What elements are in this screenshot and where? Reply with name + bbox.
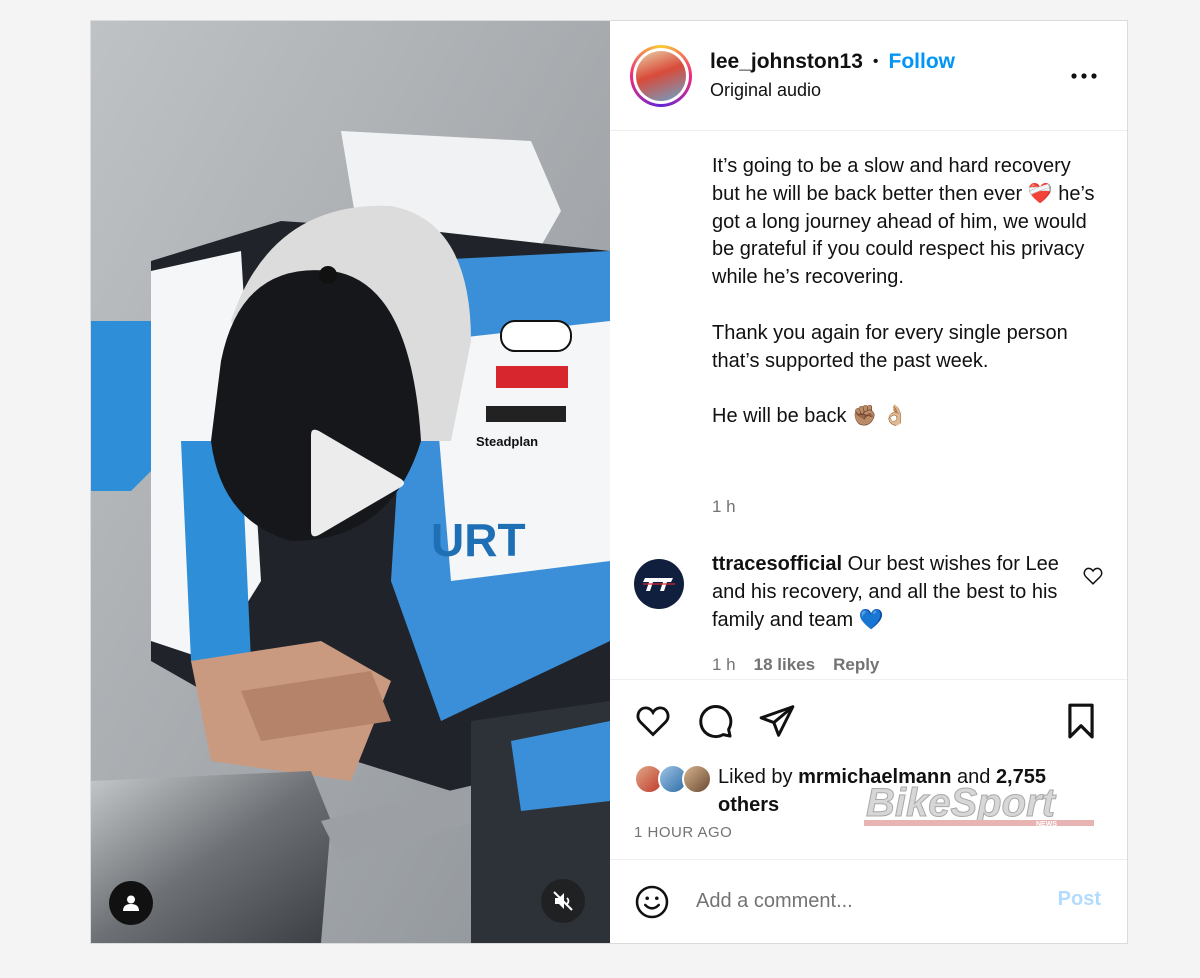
comment-likes-count[interactable]: 18 likes bbox=[754, 655, 815, 675]
comments-section[interactable]: It’s going to be a slow and hard recover… bbox=[610, 131, 1127, 679]
liked-by-label: Liked by bbox=[718, 766, 799, 788]
svg-text:BikeSport: BikeSport bbox=[866, 781, 1057, 825]
caption-paragraph: It’s going to be a slow and hard recover… bbox=[712, 155, 1095, 289]
play-icon[interactable] bbox=[301, 421, 411, 541]
liker-avatars[interactable] bbox=[634, 764, 714, 796]
caption-paragraph: Thank you again for every single person … bbox=[712, 321, 1068, 372]
add-comment-bar: Post bbox=[610, 859, 1127, 943]
post-actions: Liked by mrmichaelmann and 2,755 others … bbox=[610, 679, 1127, 859]
comment-meta: 1 h 18 likes Reply bbox=[712, 655, 879, 675]
post-side-panel: lee_johnston13 • Follow Original audio I… bbox=[610, 21, 1127, 943]
emoji-smiley-icon[interactable] bbox=[634, 884, 670, 920]
caption-paragraph: He will be back ✊🏽 👌🏼 bbox=[712, 405, 908, 428]
liker-avatar bbox=[682, 764, 712, 794]
post-header: lee_johnston13 • Follow Original audio bbox=[610, 21, 1127, 131]
author-avatar[interactable] bbox=[630, 44, 692, 107]
commenter-username[interactable]: ttracesofficial bbox=[712, 553, 842, 575]
video-player[interactable]: Steadplan URT bbox=[91, 21, 610, 943]
caption-timestamp[interactable]: 1 h bbox=[712, 497, 736, 517]
share-send-icon[interactable] bbox=[758, 702, 796, 745]
follow-button[interactable]: Follow bbox=[889, 50, 956, 74]
post-caption: It’s going to be a slow and hard recover… bbox=[712, 153, 1102, 431]
like-heart-icon[interactable] bbox=[634, 702, 672, 745]
post-comment-button[interactable]: Post bbox=[1058, 888, 1101, 911]
bookmark-save-icon[interactable] bbox=[1064, 702, 1098, 745]
author-username[interactable]: lee_johnston13 bbox=[710, 50, 863, 74]
bikesport-news-watermark: BikeSport NEWS bbox=[864, 781, 1094, 828]
audio-link[interactable]: Original audio bbox=[710, 80, 955, 101]
more-options-icon[interactable] bbox=[1069, 61, 1099, 91]
separator-dot: • bbox=[872, 53, 879, 70]
svg-text:NEWS: NEWS bbox=[1036, 821, 1057, 828]
svg-text:URT: URT bbox=[431, 514, 526, 566]
svg-text:Steadplan: Steadplan bbox=[476, 434, 538, 449]
add-comment-input[interactable] bbox=[696, 890, 1026, 913]
muted-audio-icon[interactable] bbox=[541, 879, 585, 923]
author-avatar-image bbox=[636, 50, 686, 101]
post-timestamp[interactable]: 1 HOUR AGO bbox=[634, 824, 732, 841]
comment-bubble-icon[interactable] bbox=[696, 702, 734, 745]
tt-logo-icon bbox=[643, 578, 675, 591]
comment-timestamp[interactable]: 1 h bbox=[712, 655, 736, 675]
heart-icon[interactable] bbox=[1082, 565, 1104, 587]
instagram-post: Steadplan URT lee_johnston13 • Follow Or… bbox=[90, 20, 1128, 944]
user-tag-icon[interactable] bbox=[109, 881, 153, 925]
reply-button[interactable]: Reply bbox=[833, 655, 879, 675]
commenter-avatar[interactable] bbox=[634, 559, 684, 609]
